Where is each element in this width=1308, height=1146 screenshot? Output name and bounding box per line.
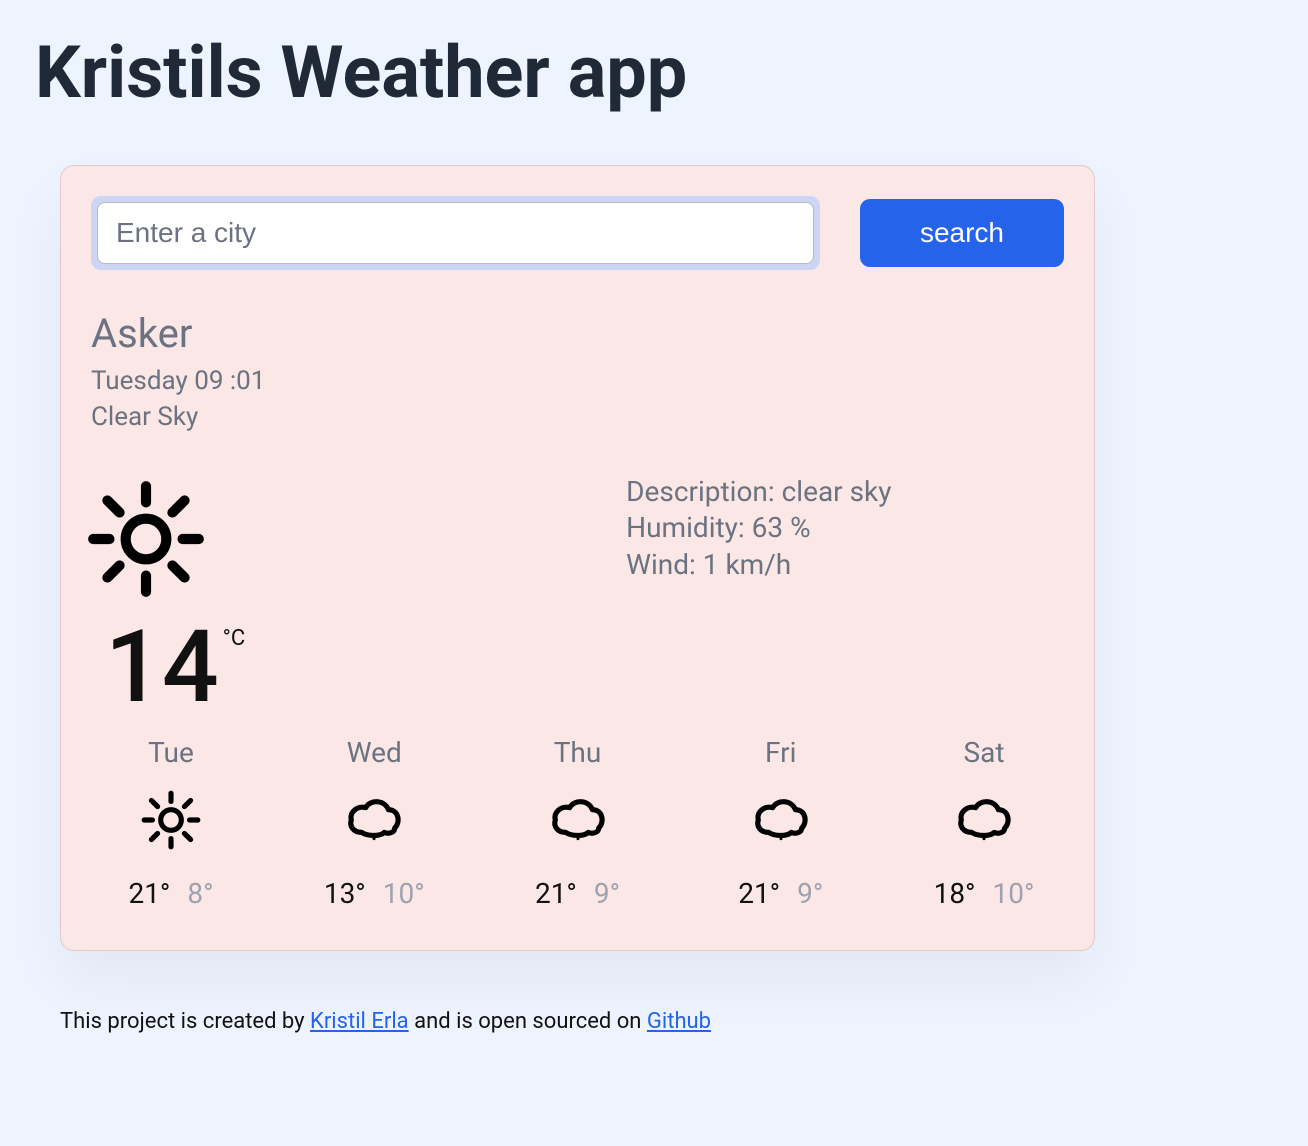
cloud-icon [545,787,611,853]
github-link[interactable]: Github [647,1009,711,1034]
forecast-day: Tue 21° 8° [101,736,241,910]
forecast-high: 21° [535,877,577,910]
wind-value: 1 km/h [703,548,791,581]
sun-icon [81,474,211,604]
forecast-day-label: Sat [963,736,1004,769]
page-title: Kristils Weather app [35,30,1273,115]
cloud-icon [748,787,814,853]
city-name: Asker [91,310,1064,357]
forecast-high: 18° [934,877,976,910]
wind-label: Wind: [626,548,696,581]
current-details: Description: clear sky Humidity: 63 % Wi… [626,474,891,718]
current-datetime: Tuesday 09 :01 [91,363,1064,399]
forecast-high: 21° [128,877,170,910]
footer-text-pre: This project is created by [60,1009,310,1034]
weather-card: search Asker Tuesday 09 :01 Clear Sky 14… [60,165,1095,951]
humidity-label: Humidity: [626,511,745,544]
cloud-icon [341,787,407,853]
author-link[interactable]: Kristil Erla [310,1009,409,1034]
current-summary: Asker Tuesday 09 :01 Clear Sky [91,310,1064,436]
current-temperature: 14 [105,618,219,718]
footer: This project is created by Kristil Erla … [60,1009,1273,1034]
forecast-low: 10° [383,877,425,910]
forecast-day-label: Thu [554,736,602,769]
current-condition: Clear Sky [91,399,1064,435]
humidity-value: 63 % [752,511,811,544]
forecast-high: 21° [738,877,780,910]
forecast-low: 9° [797,877,823,910]
search-input-wrap [91,196,820,270]
search-button[interactable]: search [860,199,1064,267]
description-value: clear sky [782,475,892,508]
forecast-day: Thu 21° 9° [508,736,648,910]
search-input[interactable] [97,202,814,264]
unit-celsius-link[interactable]: °C [223,626,246,651]
search-row: search [91,196,1064,270]
forecast-low: 9° [594,877,620,910]
description-label: Description: [626,475,775,508]
forecast-day: Sat 18° 10° [914,736,1054,910]
forecast-day-label: Wed [347,736,402,769]
forecast-day-label: Tue [148,736,194,769]
cloud-icon [951,787,1017,853]
forecast-high: 13° [324,877,366,910]
sun-icon [138,787,204,853]
forecast-day: Fri 21° 9° [711,736,851,910]
footer-text-mid: and is open sourced on [414,1009,647,1034]
forecast-day-label: Fri [765,736,796,769]
forecast-low: 8° [187,877,213,910]
forecast-low: 10° [992,877,1034,910]
forecast-row: Tue 21° 8° Wed 13° 10° Thu [91,736,1064,910]
forecast-day: Wed 13° 10° [304,736,444,910]
